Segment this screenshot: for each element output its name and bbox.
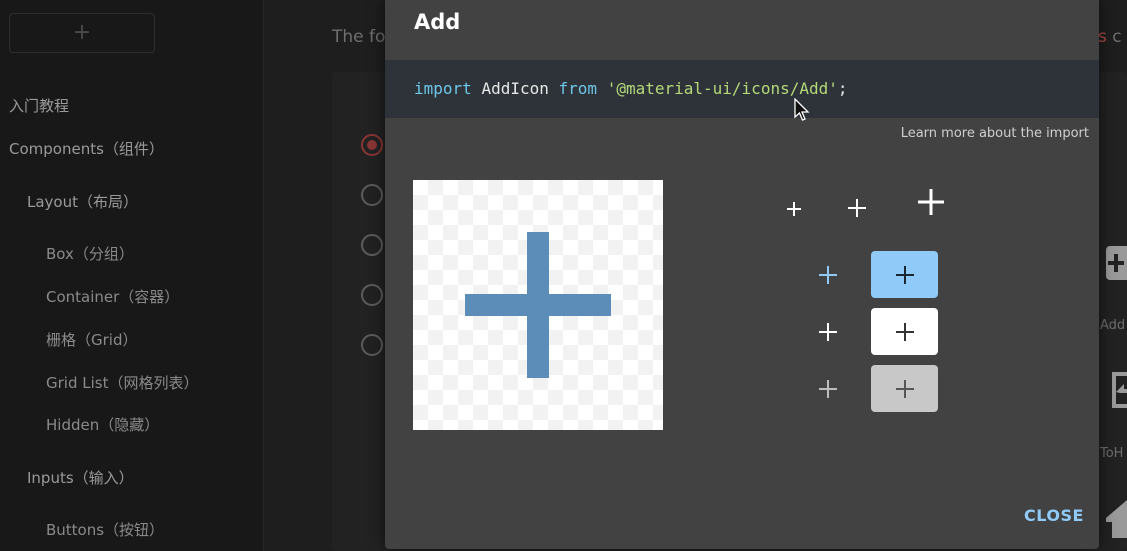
sidebar-item-inputs[interactable]: Inputs（输入）	[27, 467, 134, 488]
icon-label-add: Add	[1100, 318, 1126, 333]
sidebar-item-grid[interactable]: 栅格（Grid）	[46, 329, 137, 350]
icon-label-toh: ToH	[1100, 446, 1124, 461]
sidebar-item-hidden[interactable]: Hidden（隐藏）	[46, 414, 159, 435]
add-button-white[interactable]	[871, 308, 938, 355]
add-icon	[915, 186, 947, 218]
radio-filled[interactable]	[361, 134, 383, 156]
add-button-grey[interactable]	[871, 365, 938, 412]
add-icon-primary	[817, 264, 839, 286]
add-box-icon[interactable]	[1106, 244, 1127, 286]
app-root: + 入门教程 Components（组件） Layout（布局） Box（分组）…	[0, 0, 1127, 551]
radio-sharp[interactable]	[361, 334, 383, 356]
sidebar-item-components[interactable]: Components（组件）	[9, 138, 164, 159]
close-button[interactable]: CLOSE	[1024, 506, 1084, 525]
import-code[interactable]: import AddIcon from '@material-ui/icons/…	[385, 60, 1099, 118]
sidebar-item-box[interactable]: Box（分组）	[46, 243, 134, 264]
add-icon	[895, 379, 914, 398]
add-icon	[846, 197, 868, 219]
sidebar-item-buttons[interactable]: Buttons（按钮）	[46, 519, 164, 540]
add-icon	[895, 265, 914, 284]
sidebar-add-button[interactable]: +	[9, 13, 155, 53]
add-icon	[785, 200, 803, 218]
intro-text-tail: c	[1106, 27, 1122, 47]
dialog-title: Add	[414, 10, 461, 34]
sidebar-item-layout[interactable]: Layout（布局）	[27, 191, 138, 212]
sidebar-item-container[interactable]: Container（容器）	[46, 286, 179, 307]
radio-outlined[interactable]	[361, 184, 383, 206]
code-import-keyword: import	[414, 79, 472, 98]
learn-more-link[interactable]: Learn more about the import	[901, 126, 1089, 141]
icon-dialog: Add import AddIcon from '@material-ui/ic…	[385, 0, 1099, 549]
radio-rounded[interactable]	[361, 234, 383, 256]
code-semicolon: ;	[837, 79, 848, 98]
add-to-home-icon[interactable]	[1108, 368, 1127, 416]
add-icon	[895, 322, 914, 341]
icon-preview-canvas	[413, 180, 663, 430]
home-icon[interactable]	[1106, 498, 1127, 542]
sidebar-item-grid-list[interactable]: Grid List（网格列表）	[46, 372, 198, 393]
sidebar: + 入门教程 Components（组件） Layout（布局） Box（分组）…	[0, 0, 264, 551]
add-button-primary[interactable]	[871, 251, 938, 298]
code-from-keyword: from	[558, 79, 598, 98]
add-icon-default	[817, 321, 839, 343]
intro-text: The fo	[332, 27, 386, 47]
add-icon	[465, 232, 611, 378]
intro-text-highlight: s	[1098, 27, 1107, 47]
code-identifier: AddIcon	[481, 79, 549, 98]
intro-text-right: s c	[1098, 27, 1122, 47]
cursor-icon	[794, 98, 810, 121]
add-icon: +	[72, 20, 92, 45]
radio-two-tone[interactable]	[361, 284, 383, 306]
sidebar-item-getting-started[interactable]: 入门教程	[9, 95, 69, 116]
code-module-string: '@material-ui/icons/Add'	[606, 79, 838, 98]
add-icon-disabled	[817, 378, 839, 400]
